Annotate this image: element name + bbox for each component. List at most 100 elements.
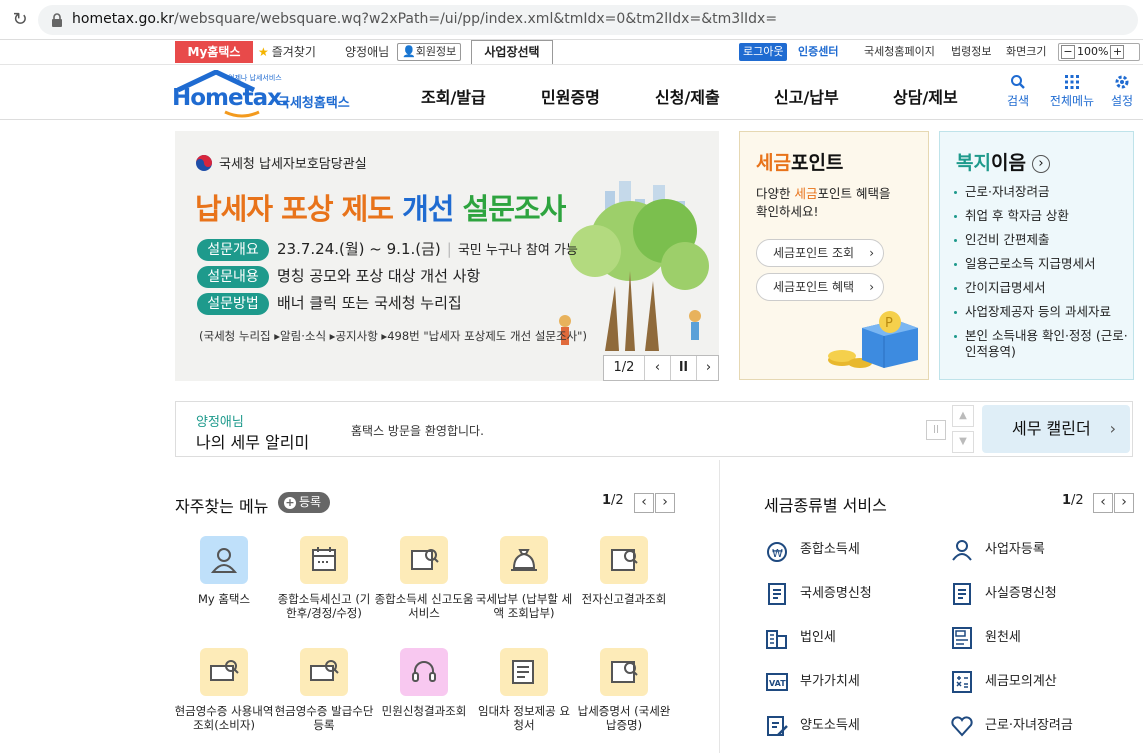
welfare-item[interactable]: 인건비 간편제출 xyxy=(954,232,1129,248)
coin-box-icon: P xyxy=(828,311,918,368)
logout-button[interactable]: 로그아웃 xyxy=(739,43,788,61)
quick-item-tax-payment[interactable]: 국세납부 (납부할 세액 조회납부) xyxy=(474,536,574,620)
quick-menu-prev-button[interactable]: ‹ xyxy=(634,493,654,513)
nav-report-pay[interactable]: 신고/납부 xyxy=(774,84,839,108)
document-edit-icon xyxy=(767,716,788,736)
welfare-item[interactable]: 본인 소득내용 확인·정정 (근로·인적용역) xyxy=(954,328,1129,360)
zoom-control: −100% + xyxy=(1058,43,1140,61)
svg-text:VAT: VAT xyxy=(769,679,786,688)
tax-item-tax-simulation[interactable]: 세금모의계산 xyxy=(949,667,1129,697)
quick-item-income-tax-help[interactable]: 종합소득세 신고도움 서비스 xyxy=(374,536,474,620)
nts-home-link[interactable]: 국세청홈페이지 xyxy=(864,41,935,63)
alarm-pause-button[interactable]: ll xyxy=(926,420,946,440)
logo-main: Hometax. xyxy=(172,85,290,111)
quick-item-income-tax-return[interactable]: 종합소득세신고 (기한후/경정/수정) xyxy=(274,536,374,620)
heart-icon xyxy=(951,716,973,737)
welfare-item[interactable]: 간이지급명세서 xyxy=(954,280,1129,296)
zoom-in-button[interactable]: + xyxy=(1110,45,1125,59)
my-hometax-tab[interactable]: My홈택스 xyxy=(175,41,253,63)
banner-prev-button[interactable]: ‹ xyxy=(644,356,670,380)
quick-menu-title: 자주찾는 메뉴 xyxy=(175,497,269,516)
favorites-tab[interactable]: ★ 즐겨찾기 xyxy=(258,41,330,63)
welfare-title[interactable]: 복지이음 › xyxy=(956,148,1050,175)
tax-service-prev-button[interactable]: ‹ xyxy=(1093,493,1113,513)
calculator-icon xyxy=(952,671,972,693)
quick-item-e-filing-result[interactable]: 전자신고결과조회 xyxy=(574,536,674,606)
zoom-value: 100% xyxy=(1077,45,1109,58)
reload-icon[interactable]: ↻ xyxy=(8,8,32,32)
tax-item-earned-income-credit[interactable]: 근로·자녀장려금 xyxy=(949,711,1129,741)
quick-item-lease-info[interactable]: 임대차 정보제공 요청서 xyxy=(474,648,574,732)
nav-inquiry[interactable]: 조회/발급 xyxy=(421,84,486,108)
quick-item-cash-receipt-register[interactable]: 현금영수증 발급수단 등록 xyxy=(274,648,374,732)
alarm-down-button[interactable]: ▼ xyxy=(952,431,974,453)
receipt-search-icon xyxy=(300,648,348,696)
banner-controls: 1/2 ‹ ll › xyxy=(603,355,719,381)
welfare-item[interactable]: 취업 후 학자금 상환 xyxy=(954,208,1129,224)
headset-icon xyxy=(400,648,448,696)
logo-swoosh-icon xyxy=(224,110,260,118)
tax-service-next-button[interactable]: › xyxy=(1114,493,1134,513)
quick-menu-pager: 1/2 ‹ › xyxy=(602,493,675,513)
quick-item-civil-result[interactable]: 민원신청결과조회 xyxy=(374,648,474,718)
nav-civil-cert[interactable]: 민원증명 xyxy=(541,84,600,108)
law-info-link[interactable]: 법령정보 xyxy=(951,41,991,63)
welfare-item[interactable]: 사업장제공자 등의 과세자료 xyxy=(954,304,1129,320)
alarm-message[interactable]: 홈택스 방문을 환영합니다. xyxy=(351,422,484,439)
banner-pause-button[interactable]: ll xyxy=(670,356,696,380)
tax-point-box: 세금포인트 다양한 세금포인트 혜택을 확인하세요! 세금포인트 조회 › 세금포인… xyxy=(739,131,929,380)
quick-item-tax-certificate[interactable]: 납세증명서 (국세완납증명) xyxy=(574,648,674,732)
logo-sub: 국세청홈택스 xyxy=(278,96,350,111)
tax-point-title: 세금포인트 xyxy=(756,152,844,174)
tax-item-tax-cert[interactable]: 국세증명신청 xyxy=(764,579,924,609)
tax-item-corporate-tax[interactable]: 법인세 xyxy=(764,623,924,653)
cert-center-link[interactable]: 인증센터 xyxy=(798,41,838,63)
document-icon xyxy=(953,583,971,605)
zoom-out-button[interactable]: − xyxy=(1061,45,1075,59)
chevron-right-icon: › xyxy=(1109,419,1116,438)
biz-select-tab[interactable]: 사업장선택 xyxy=(471,40,553,64)
tax-item-income-tax[interactable]: ₩ 종합소득세 xyxy=(764,535,924,565)
address-bar[interactable]: hometax.go.kr/websquare/websquare.wq?w2x… xyxy=(38,5,1138,35)
receipt-icon xyxy=(952,627,972,649)
person-icon xyxy=(952,540,972,561)
taegeuk-icon xyxy=(196,155,212,171)
tax-item-fact-cert[interactable]: 사실증명신청 xyxy=(949,579,1129,609)
svg-text:P: P xyxy=(885,316,893,331)
quick-menu-next-button[interactable]: › xyxy=(655,493,675,513)
svg-text:₩: ₩ xyxy=(772,547,783,560)
quick-menu-add-button[interactable]: + 등록 xyxy=(278,492,331,513)
search-label: 검색 xyxy=(1006,94,1030,108)
welfare-list: 근로·자녀장려금 취업 후 학자금 상환 인건비 간편제출 일용근로소득 지급명… xyxy=(954,184,1129,368)
star-icon: ★ xyxy=(258,45,269,59)
settings-button[interactable]: 설정 xyxy=(1102,74,1142,109)
search-button[interactable]: 검색 xyxy=(998,74,1038,109)
nav-consult[interactable]: 상담/제보 xyxy=(893,84,958,108)
circle-chevron-icon[interactable]: › xyxy=(1031,155,1050,173)
building-icon xyxy=(766,630,787,649)
tax-item-transfer-tax[interactable]: 양도소득세 xyxy=(764,711,924,741)
welfare-item[interactable]: 근로·자녀장려금 xyxy=(954,184,1129,200)
tax-item-withholding[interactable]: 원천세 xyxy=(949,623,1129,653)
tax-item-biz-register[interactable]: 사업자등록 xyxy=(949,535,1129,565)
quick-item-my-hometax[interactable]: My 홈택스 xyxy=(174,536,274,606)
tax-calendar-button[interactable]: 세무 캘린더 › xyxy=(982,405,1130,453)
member-info-button[interactable]: 👤회원정보 xyxy=(397,43,462,61)
tax-item-vat[interactable]: VAT 부가가치세 xyxy=(764,667,924,697)
welfare-item[interactable]: 일용근로소득 지급명세서 xyxy=(954,256,1129,272)
url-text: hometax.go.kr/websquare/websquare.wq?w2x… xyxy=(72,11,778,27)
all-menu-button[interactable]: 전체메뉴 xyxy=(1044,74,1100,109)
tax-point-benefit-button[interactable]: 세금포인트 혜택 › xyxy=(756,273,884,301)
hometax-logo[interactable]: 언제나 납세서비스 Hometax. 국세청홈택스 xyxy=(172,70,362,118)
banner-org: 국세청 납세자보호담당관실 xyxy=(195,153,367,172)
banner-title: 납세자 포상 제도 개선 설문조사 xyxy=(195,192,566,226)
alarm-up-button[interactable]: ▲ xyxy=(952,405,974,427)
quick-item-cash-receipt-usage[interactable]: 현금영수증 사용내역조회(소비자) xyxy=(174,648,274,732)
calendar-icon xyxy=(300,536,348,584)
banner-next-button[interactable]: › xyxy=(696,356,719,380)
tax-point-inquiry-button[interactable]: 세금포인트 조회 › xyxy=(756,239,884,267)
banner-row-content: 설문내용 명칭 공모와 포상 대상 개선 사항 xyxy=(197,265,480,288)
document-search-icon xyxy=(600,648,648,696)
survey-banner[interactable]: 국세청 납세자보호담당관실 납세자 포상 제도 개선 설문조사 설문개요 23.7… xyxy=(175,131,719,381)
nav-apply-submit[interactable]: 신청/제출 xyxy=(655,84,720,108)
